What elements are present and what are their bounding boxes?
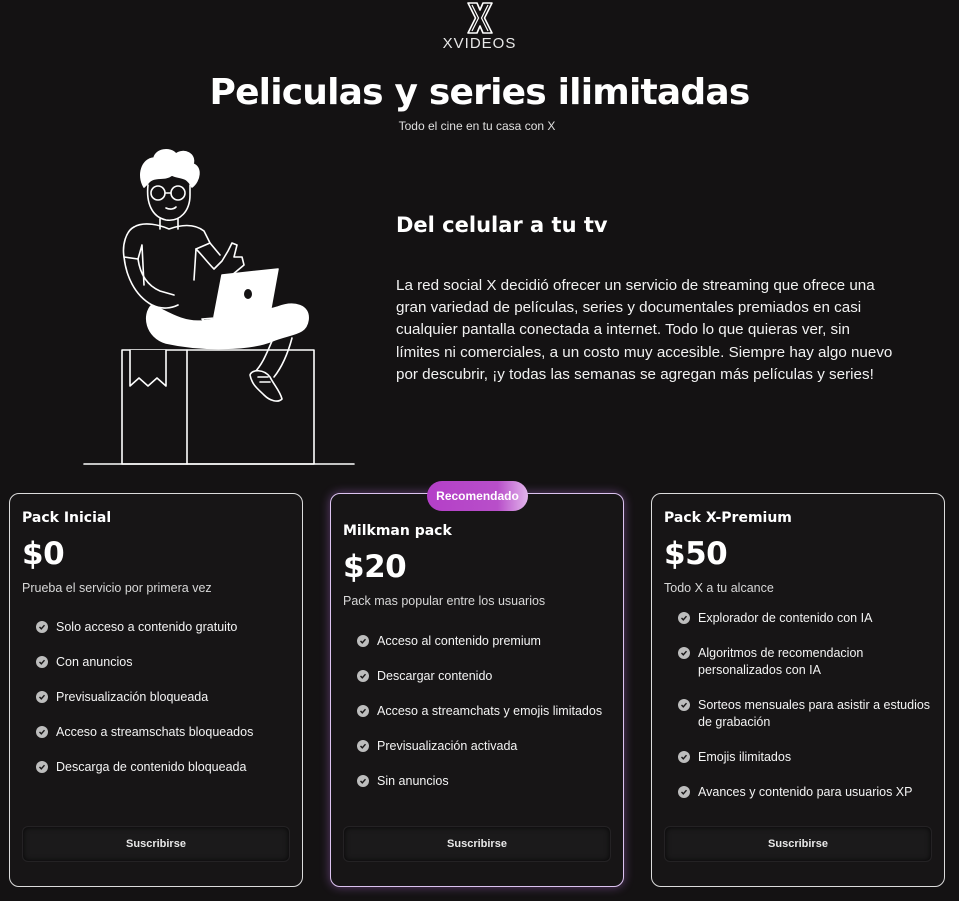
feature-item: Acceso a streamschats bloqueados [36,724,290,741]
check-icon [678,786,690,798]
plan-card-milkman: Recomendado Milkman pack $20 Pack mas po… [330,481,624,887]
check-icon [357,775,369,787]
brand-logo[interactable]: XVIDEOS [0,2,959,52]
check-icon [36,761,48,773]
x-logo-icon [466,2,493,34]
about-text: La red social X decidió ofrecer un servi… [396,277,893,383]
feature-item: Solo acceso a contenido gratuito [36,619,290,636]
feature-item: Acceso a streamchats y emojis limitados [357,703,611,720]
plan-card-inicial: Pack Inicial $0 Prueba el servicio por p… [9,493,303,887]
brand-name: XVIDEOS [442,35,517,52]
plan-description: Prueba el servicio por primera vez [22,581,212,595]
plan-description: Pack mas popular entre los usuarios [343,594,546,608]
feature-item: Sorteos mensuales para asistir a estudio… [678,697,932,731]
about-title: Del celular a tu tv [396,213,608,237]
check-icon [357,740,369,752]
feature-list: Acceso al contenido premium Descargar co… [357,633,611,808]
recommended-badge: Recomendado [427,481,528,511]
plan-name: Pack Inicial [22,510,112,526]
check-icon [678,751,690,763]
check-icon [678,612,690,624]
feature-item: Previsualización activada [357,738,611,755]
feature-item: Con anuncios [36,654,290,671]
plan-card-xpremium: Pack X-Premium $50 Todo X a tu alcance E… [651,493,945,887]
subscribe-button[interactable]: Suscribirse [22,826,290,862]
check-icon [357,705,369,717]
check-icon [36,691,48,703]
check-icon [36,656,48,668]
check-icon [357,670,369,682]
feature-list: Explorador de contenido con IA Algoritmo… [678,610,932,819]
feature-item: Descargar contenido [357,668,611,685]
check-icon [36,621,48,633]
plan-name: Milkman pack [343,523,452,539]
feature-item: Avances y contenido para usuarios XP [678,784,932,801]
feature-item: Explorador de contenido con IA [678,610,932,627]
feature-item: Descarga de contenido bloqueada [36,759,290,776]
check-icon [678,699,690,711]
check-icon [678,647,690,659]
plan-description: Todo X a tu alcance [664,581,774,595]
subscribe-button[interactable]: Suscribirse [664,826,932,862]
plan-name: Pack X-Premium [664,510,792,526]
page-subtitle: Todo el cine en tu casa con X [398,119,556,133]
feature-item: Acceso al contenido premium [357,633,611,650]
feature-item: Emojis ilimitados [678,749,932,766]
feature-list: Solo acceso a contenido gratuito Con anu… [36,619,290,794]
subscribe-button[interactable]: Suscribirse [343,826,611,862]
plan-price: $0 [22,536,65,572]
check-icon [357,635,369,647]
plan-price: $20 [343,549,407,585]
page-title: Peliculas y series ilimitadas [209,72,750,113]
plan-price: $50 [664,536,728,572]
feature-item: Algoritmos de recomendacion personalizad… [678,645,932,679]
check-icon [36,726,48,738]
feature-item: Previsualización bloqueada [36,689,290,706]
feature-item: Sin anuncios [357,773,611,790]
person-with-laptop-illustration [83,149,355,465]
